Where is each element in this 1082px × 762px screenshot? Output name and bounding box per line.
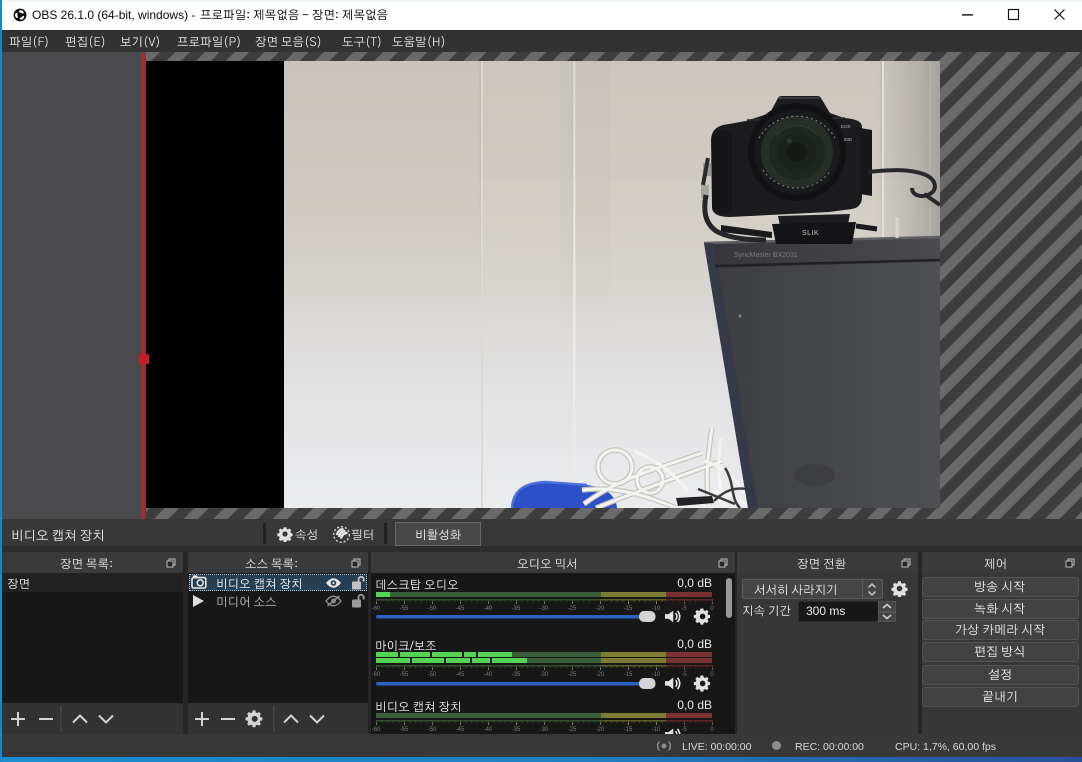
svg-text:SyncMaster BX2031: SyncMaster BX2031 [734,252,798,259]
svg-text:-10: -10 [652,727,661,733]
svg-text:-40: -40 [484,606,493,612]
svg-text:-60: -60 [372,672,381,678]
svg-text:-30: -30 [540,727,549,733]
svg-text:-45: -45 [456,672,465,678]
svg-text:-45: -45 [456,727,465,733]
svg-text:-40: -40 [484,672,493,678]
svg-text:0: 0 [710,606,714,612]
svg-text:-60: -60 [372,606,381,612]
svg-text:-20: -20 [596,727,605,733]
svg-text:-30: -30 [540,606,549,612]
svg-text:-10: -10 [652,606,661,612]
svg-text:-5: -5 [681,606,687,612]
svg-text:-50: -50 [428,606,437,612]
svg-text:-45: -45 [456,606,465,612]
svg-text:-25: -25 [568,672,577,678]
svg-text:-55: -55 [400,727,409,733]
svg-text:-60: -60 [372,727,381,733]
svg-text:SLIK: SLIK [802,230,819,237]
svg-text:-35: -35 [512,606,521,612]
svg-text:-5: -5 [681,672,687,678]
svg-text:80D: 80D [844,137,853,142]
svg-text:-55: -55 [400,672,409,678]
svg-text:0: 0 [710,672,714,678]
svg-text:-10: -10 [652,672,661,678]
svg-text:-25: -25 [568,606,577,612]
svg-text:-15: -15 [624,727,633,733]
svg-text:EOS: EOS [841,124,851,129]
svg-text:-20: -20 [596,606,605,612]
svg-text:-30: -30 [540,672,549,678]
svg-text:-15: -15 [624,672,633,678]
svg-text:-35: -35 [512,727,521,733]
svg-text:-50: -50 [428,727,437,733]
svg-text:0: 0 [710,727,714,733]
svg-text:-55: -55 [400,606,409,612]
svg-text:-50: -50 [428,672,437,678]
svg-text:-35: -35 [512,672,521,678]
svg-text:-25: -25 [568,727,577,733]
svg-text:-40: -40 [484,727,493,733]
svg-text:-20: -20 [596,672,605,678]
svg-text:-5: -5 [681,727,687,733]
svg-text:-15: -15 [624,606,633,612]
